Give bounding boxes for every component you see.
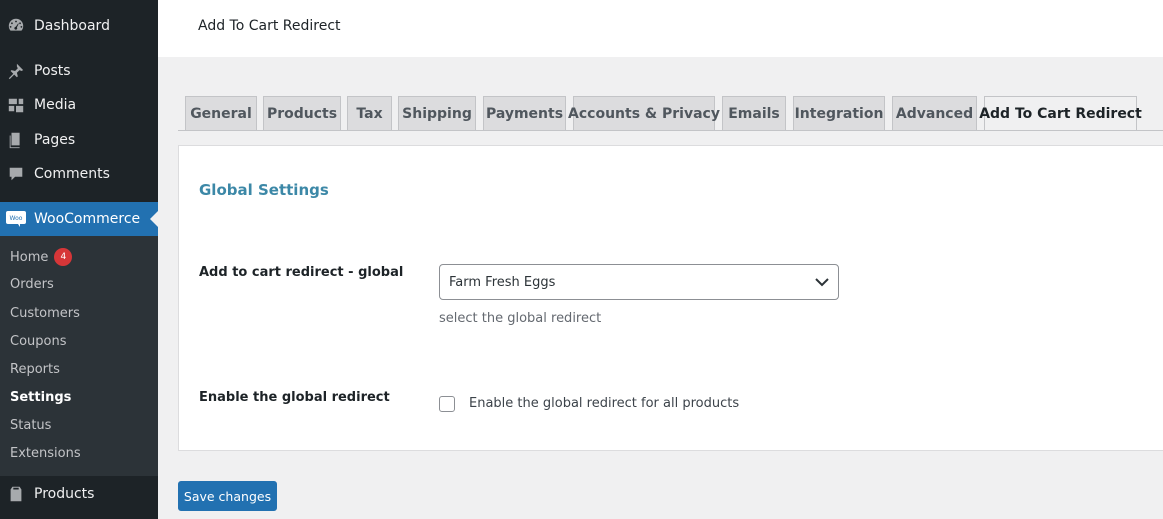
menu-item-dashboard[interactable]: Dashboard (0, 9, 158, 43)
comments-icon (6, 164, 26, 184)
chevron-down-icon (814, 274, 830, 290)
page-header: Add To Cart Redirect (158, 0, 1163, 57)
menu-label: Products (34, 486, 95, 502)
menu-item-comments[interactable]: Comments (0, 157, 158, 191)
menu-item-woocommerce[interactable]: Woo WooCommerce (0, 202, 158, 236)
submenu-label: Coupons (10, 334, 67, 349)
menu-label: Comments (34, 166, 110, 182)
submenu-label: Orders (10, 277, 54, 292)
redirect-select-value: Farm Fresh Eggs (449, 274, 556, 290)
woocommerce-submenu: Home 4 Orders Customers Coupons Reports … (0, 236, 158, 476)
admin-sidebar: Dashboard Posts Media Pages Comments Woo… (0, 0, 158, 519)
enable-field-label: Enable the global redirect (199, 390, 390, 405)
settings-tabs: General Products Tax Shipping Payments A… (178, 96, 1163, 131)
tab-products[interactable]: Products (263, 96, 341, 130)
menu-item-posts[interactable]: Posts (0, 54, 158, 88)
save-changes-button[interactable]: Save changes (178, 481, 277, 511)
page-title: Add To Cart Redirect (198, 18, 341, 34)
submenu-item-status[interactable]: Status (10, 418, 51, 433)
menu-label: WooCommerce (34, 211, 141, 227)
pages-icon (6, 130, 26, 150)
media-icon (6, 95, 26, 115)
section-title: Global Settings (199, 181, 329, 199)
submenu-label: Extensions (10, 446, 81, 461)
menu-item-media[interactable]: Media (0, 88, 158, 122)
tabs-divider (178, 130, 1163, 131)
submenu-item-orders[interactable]: Orders (10, 277, 54, 292)
products-icon (6, 484, 26, 504)
submenu-label: Status (10, 418, 52, 433)
redirect-select[interactable]: Farm Fresh Eggs (439, 264, 839, 300)
woo-icon: Woo (6, 209, 26, 229)
active-arrow (150, 211, 158, 227)
menu-label: Pages (34, 132, 76, 148)
tab-tax[interactable]: Tax (347, 96, 392, 130)
menu-label: Dashboard (34, 18, 110, 34)
submenu-label: Settings (10, 390, 72, 405)
submenu-item-home[interactable]: Home 4 (10, 248, 73, 266)
redirect-help-text: select the global redirect (439, 311, 602, 326)
menu-label: Posts (34, 63, 71, 79)
enable-redirect-checkbox[interactable] (439, 396, 455, 412)
tab-integration[interactable]: Integration (793, 96, 885, 130)
submenu-item-settings[interactable]: Settings (10, 390, 71, 405)
tab-emails[interactable]: Emails (722, 96, 786, 130)
woo-logo-text: Woo (10, 215, 23, 222)
pin-icon (6, 61, 26, 81)
submenu-label: Reports (10, 362, 60, 377)
menu-item-pages[interactable]: Pages (0, 123, 158, 157)
tab-accounts-privacy[interactable]: Accounts & Privacy (568, 96, 720, 130)
menu-label: Media (34, 97, 77, 113)
tab-advanced[interactable]: Advanced (892, 96, 977, 130)
menu-item-products[interactable]: Products (0, 477, 158, 511)
tab-payments[interactable]: Payments (483, 96, 566, 130)
dashboard-icon (6, 16, 26, 36)
submenu-item-extensions[interactable]: Extensions (10, 446, 81, 461)
redirect-field-label: Add to cart redirect - global (199, 265, 404, 280)
submenu-item-coupons[interactable]: Coupons (10, 334, 67, 349)
notification-badge: 4 (54, 248, 73, 266)
submenu-item-customers[interactable]: Customers (10, 306, 80, 321)
enable-redirect-checkbox-label[interactable]: Enable the global redirect for all produ… (469, 396, 739, 411)
tab-shipping[interactable]: Shipping (398, 96, 476, 130)
submenu-item-reports[interactable]: Reports (10, 362, 60, 377)
submenu-label: Home (10, 249, 49, 265)
tab-add-to-cart-redirect[interactable]: Add To Cart Redirect (979, 96, 1142, 131)
tab-general[interactable]: General (185, 96, 257, 130)
submenu-label: Customers (10, 306, 80, 321)
